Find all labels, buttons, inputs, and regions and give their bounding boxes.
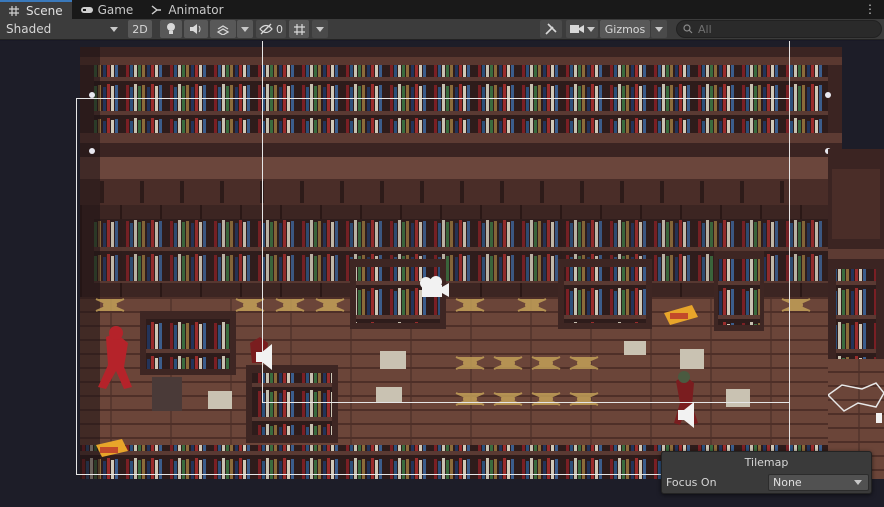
tilemap-overlay-title: Tilemap	[744, 456, 789, 469]
lightbulb-icon	[167, 23, 175, 34]
shading-mode-dropdown[interactable]: Shaded	[2, 20, 122, 38]
scene-visibility-button[interactable]: 0	[256, 20, 286, 38]
grid-options-dropdown[interactable]	[312, 20, 328, 38]
editor-tab-bar: Scene Game Animator ⋮	[0, 0, 884, 19]
lighting-toggle-button[interactable]	[160, 20, 182, 38]
camera-gizmo-icon[interactable]	[418, 275, 450, 299]
tab-game-label: Game	[97, 2, 134, 17]
audio-toggle-button[interactable]	[184, 20, 208, 38]
scene-viewport[interactable]	[0, 41, 884, 507]
hierarchy-search-input[interactable]: All	[676, 20, 882, 38]
chevron-down-icon	[110, 26, 118, 32]
animator-icon	[150, 4, 162, 16]
gizmos-button[interactable]: Gizmos	[600, 20, 650, 38]
chevron-down-icon	[586, 26, 595, 32]
toggle-2d-label: 2D	[132, 22, 148, 36]
eye-hidden-icon	[259, 23, 273, 35]
search-placeholder: All	[698, 22, 712, 36]
hidden-count: 0	[276, 22, 283, 36]
effects-dropdown-button[interactable]	[237, 20, 253, 38]
wrench-icon	[545, 23, 557, 35]
tab-animator-label: Animator	[168, 2, 224, 17]
shading-mode-label: Shaded	[6, 22, 52, 36]
confiner-bounds-gizmo	[262, 41, 790, 403]
tab-animator[interactable]: Animator	[142, 0, 232, 19]
focus-on-dropdown[interactable]: None	[768, 474, 869, 491]
speaker-icon	[190, 24, 201, 34]
focus-on-label: Focus On	[666, 476, 717, 489]
tilemap-overlay-panel: Tilemap Focus On None	[661, 451, 872, 494]
chevron-down-icon	[655, 26, 663, 32]
toggle-2d-button[interactable]: 2D	[128, 20, 152, 38]
tab-game[interactable]: Game	[72, 0, 143, 19]
camera-settings-button[interactable]	[566, 20, 598, 38]
focus-on-value: None	[773, 476, 802, 489]
chevron-down-icon	[854, 480, 862, 485]
effects-toggle-button[interactable]	[210, 20, 236, 38]
gamepad-icon	[80, 4, 93, 16]
tab-scene[interactable]: Scene	[0, 0, 72, 19]
search-icon	[683, 24, 693, 34]
gizmos-label: Gizmos	[604, 22, 646, 36]
gizmos-dropdown[interactable]	[651, 20, 667, 38]
camera-icon	[569, 25, 584, 33]
grid-snap-icon	[293, 23, 305, 35]
audio-source-gizmo-icon[interactable]	[254, 343, 276, 371]
audio-source-gizmo-icon[interactable]	[874, 409, 884, 427]
effects-icon	[216, 25, 230, 35]
tab-scene-label: Scene	[26, 3, 63, 18]
grid-snapping-button[interactable]	[289, 20, 309, 38]
chevron-down-icon	[316, 26, 324, 32]
scene-toolbar: Shaded 2D 0 Gizmos All	[0, 19, 884, 40]
tools-button[interactable]	[540, 20, 562, 38]
audio-source-gizmo-icon[interactable]	[676, 401, 698, 429]
level-side-wing	[828, 149, 884, 479]
more-options-icon[interactable]: ⋮	[864, 2, 876, 16]
chevron-down-icon	[241, 26, 249, 32]
grid-icon	[8, 5, 20, 17]
